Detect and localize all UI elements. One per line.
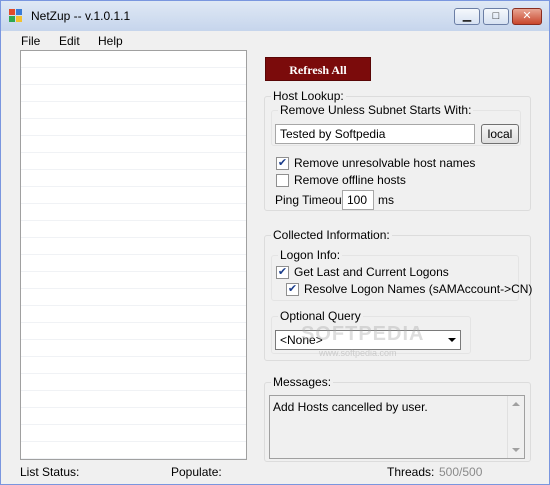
messages-box[interactable]: Add Hosts cancelled by user. <box>269 395 525 459</box>
threads-label: Threads: <box>387 465 435 479</box>
logon-info-legend: Logon Info: <box>278 248 343 262</box>
scroll-up-icon[interactable] <box>512 402 520 406</box>
local-button[interactable]: local <box>481 124 519 144</box>
app-icon <box>9 9 23 23</box>
maximize-icon: □ <box>492 10 500 22</box>
close-button[interactable]: ✕ <box>512 8 542 25</box>
remove-offline-label: Remove offline hosts <box>294 173 406 187</box>
logon-info-group: Logon Info: ✔ Get Last and Current Logon… <box>271 248 532 301</box>
app-window: NetZup -- v.1.0.1.1 ▁ □ ✕ File Edit Help… <box>0 0 550 485</box>
resolve-names-checkbox[interactable]: ✔ <box>286 283 299 296</box>
messages-scrollbar[interactable] <box>507 396 524 458</box>
scroll-down-icon[interactable] <box>512 448 520 452</box>
minimize-icon: ▁ <box>462 10 472 22</box>
subnet-input[interactable]: Tested by Softpedia <box>275 124 475 144</box>
remove-unresolvable-checkbox[interactable]: ✔ <box>276 157 289 170</box>
optional-query-legend: Optional Query <box>278 309 363 323</box>
menu-file[interactable]: File <box>21 34 40 48</box>
refresh-all-button[interactable]: Refresh All <box>265 57 371 81</box>
get-logons-label: Get Last and Current Logons <box>294 265 449 279</box>
ping-timeout-unit: ms <box>378 193 394 207</box>
get-logons-checkbox[interactable]: ✔ <box>276 266 289 279</box>
resolve-names-label: Resolve Logon Names (sAMAccount->CN) <box>304 282 533 296</box>
title-bar[interactable]: NetZup -- v.1.0.1.1 ▁ □ ✕ <box>1 1 549 31</box>
close-icon: ✕ <box>522 10 532 22</box>
menu-bar: File Edit Help <box>1 31 549 51</box>
maximize-button[interactable]: □ <box>483 8 509 25</box>
messages-group: Messages: Add Hosts cancelled by user. <box>264 375 531 462</box>
minimize-button[interactable]: ▁ <box>454 8 480 25</box>
menu-help[interactable]: Help <box>98 34 123 48</box>
host-list[interactable] <box>20 50 247 460</box>
collected-info-legend: Collected Information: <box>271 228 392 242</box>
chevron-down-icon <box>448 338 456 342</box>
messages-text: Add Hosts cancelled by user. <box>273 400 428 414</box>
ping-timeout-input[interactable]: 100 <box>342 190 374 210</box>
menu-edit[interactable]: Edit <box>59 34 80 48</box>
window-title: NetZup -- v.1.0.1.1 <box>31 9 131 23</box>
softpedia-watermark: SOFTPEDIA <box>301 323 425 345</box>
remove-unresolvable-label: Remove unresolvable host names <box>294 156 476 170</box>
list-status-label: List Status: <box>20 465 80 479</box>
populate-label: Populate: <box>171 465 222 479</box>
threads-value: 500/500 <box>439 465 483 479</box>
messages-legend: Messages: <box>271 375 334 389</box>
remove-offline-checkbox[interactable] <box>276 174 289 187</box>
host-lookup-legend: Host Lookup: <box>271 89 346 103</box>
softpedia-watermark-url: www.softpedia.com <box>319 348 397 358</box>
host-lookup-group: Host Lookup: Remove Unless Subnet Starts… <box>264 89 531 211</box>
ping-timeout-label: Ping Timeout <box>275 193 346 207</box>
subnet-label: Remove Unless Subnet Starts With: <box>278 103 474 117</box>
